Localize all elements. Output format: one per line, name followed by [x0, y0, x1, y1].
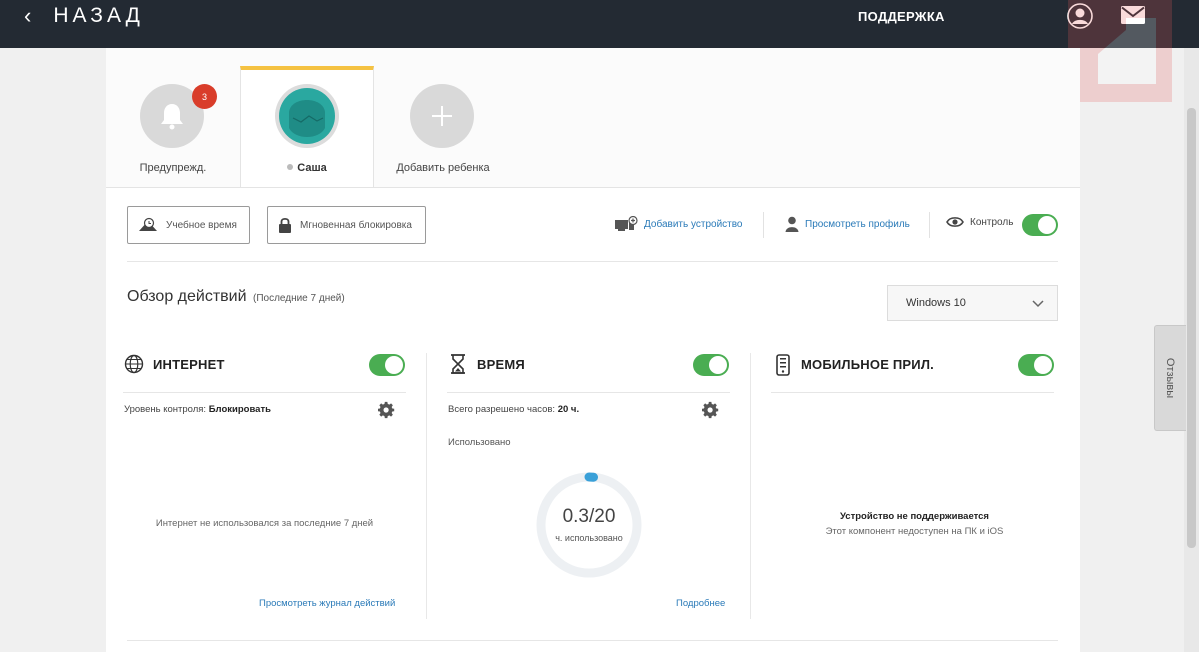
view-profile-label: Просмотреть профиль	[805, 218, 910, 230]
tab-child-label: Саша	[241, 162, 373, 174]
action-divider	[929, 212, 930, 238]
control-text: Контроль	[970, 216, 1014, 228]
action-divider	[763, 212, 764, 238]
back-label: НАЗАД	[53, 4, 144, 27]
tab-alerts[interactable]: 3 Предупрежд.	[106, 66, 240, 188]
tab-add-child-label: Добавить ребенка	[396, 162, 490, 174]
feedback-tab[interactable]: Отзывы	[1154, 325, 1186, 431]
feedback-label: Отзывы	[1164, 357, 1177, 399]
add-device-link[interactable]: Добавить устройство	[614, 216, 743, 232]
alerts-badge: 3	[192, 84, 217, 109]
study-time-button[interactable]: Учебное время	[127, 206, 250, 244]
person-icon	[785, 216, 799, 232]
add-device-label: Добавить устройство	[644, 218, 743, 230]
support-link[interactable]: ПОДДЕРЖКА	[858, 9, 945, 24]
control-toggle[interactable]	[1022, 214, 1058, 236]
view-profile-link[interactable]: Просмотреть профиль	[785, 216, 910, 232]
time-toggle[interactable]	[693, 354, 729, 376]
control-level: Уровень контроля: Блокировать	[124, 404, 271, 415]
internet-title: ИНТЕРНЕТ	[153, 357, 225, 372]
eye-icon	[946, 217, 964, 227]
device-select-value: Windows 10	[906, 297, 966, 309]
instant-block-label: Мгновенная блокировка	[300, 219, 412, 231]
add-device-icon	[615, 216, 638, 231]
mobile-app-toggle[interactable]	[1018, 354, 1054, 376]
device-select[interactable]: Windows 10	[887, 285, 1058, 321]
time-title: ВРЕМЯ	[477, 357, 525, 372]
instant-block-button[interactable]: Мгновенная блокировка	[267, 206, 426, 244]
hourglass-icon	[451, 354, 465, 374]
watermark-logo	[1068, 0, 1172, 102]
child-panel	[106, 187, 1080, 652]
divider	[447, 392, 730, 393]
divider	[771, 392, 1054, 393]
overview-title: Обзор действий	[127, 288, 247, 305]
internet-empty-text: Интернет не использовался за последние 7…	[155, 518, 374, 529]
study-time-icon	[139, 217, 157, 231]
allowed-hours-value: 20 ч.	[557, 404, 580, 415]
details-link[interactable]: Подробнее	[676, 598, 725, 609]
column-divider	[750, 353, 751, 619]
internet-toggle[interactable]	[369, 354, 405, 376]
used-label: Использовано	[448, 437, 511, 448]
scrollbar-thumb[interactable]	[1187, 108, 1196, 548]
unsupported-title: Устройство не поддерживается	[840, 511, 989, 522]
unsupported-text: Этот компонент недоступен на ПК и iOS	[825, 526, 1004, 537]
lock-icon	[279, 217, 291, 233]
column-divider	[426, 353, 427, 619]
tab-alerts-label: Предупрежд.	[139, 162, 207, 174]
mobile-app-title: МОБИЛЬНОЕ ПРИЛ.	[801, 357, 934, 372]
time-used-value: 0.3/20	[562, 506, 616, 527]
gear-icon[interactable]	[378, 401, 396, 419]
back-button[interactable]: ‹ НАЗАД	[24, 0, 144, 32]
overview-period: (Последние 7 дней)	[252, 293, 345, 304]
control-level-label: Уровень контроля:	[124, 404, 207, 415]
allowed-hours-label: Всего разрешено часов:	[448, 404, 556, 415]
activity-log-link[interactable]: Просмотреть журнал действий	[259, 598, 395, 609]
control-label: Контроль	[946, 216, 1013, 228]
add-child-circle	[410, 84, 474, 148]
divider	[127, 640, 1058, 641]
chevron-down-icon	[1032, 300, 1044, 308]
bell-icon	[161, 104, 183, 130]
avatar	[275, 84, 339, 148]
activity-overview-title: Обзор действий (Последние 7 дней)	[127, 288, 345, 306]
control-level-value: Блокировать	[208, 404, 271, 415]
study-time-label: Учебное время	[166, 219, 237, 231]
divider	[123, 392, 406, 393]
tab-child-sasha[interactable]: Саша	[240, 66, 374, 188]
plus-icon	[432, 106, 452, 126]
top-bar: ‹ НАЗАД ПОДДЕРЖКА	[0, 0, 1199, 48]
gear-icon[interactable]	[702, 401, 720, 419]
child-avatar-image	[279, 88, 335, 144]
allowed-hours: Всего разрешено часов: 20 ч.	[448, 404, 579, 415]
divider	[127, 261, 1058, 262]
mobile-phone-icon	[776, 354, 790, 376]
child-name: Саша	[297, 162, 327, 174]
chevron-left-icon: ‹	[24, 3, 32, 28]
status-dot	[287, 164, 294, 170]
globe-icon	[124, 354, 144, 374]
tab-add-child[interactable]: Добавить ребенка	[374, 66, 512, 188]
time-used-unit: ч. использовано	[555, 533, 623, 543]
